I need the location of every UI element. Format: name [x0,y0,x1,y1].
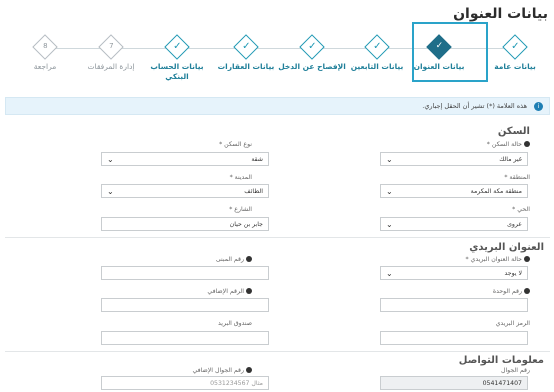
step-label: بيانات العنوان [413,62,465,71]
alt-mobile-input[interactable]: مثال 0531234567 [101,376,269,390]
mobile-input: 0541471407 [380,376,528,390]
unit-no-input[interactable] [380,298,528,312]
info-dot-icon [524,256,530,262]
chevron-down-icon: ⌄ [386,220,393,229]
notice-text: هذه العلامة (*) تشير أن الحقل إجباري. [422,102,527,110]
region-select[interactable]: منطقة مكة المكرمة ⌄ [380,184,528,198]
section-title-housing: السكن [497,126,530,137]
district-label: الحي * [512,206,530,213]
building-no-input[interactable] [101,266,269,280]
info-dot-icon [524,141,530,147]
postal-status-label: حالة العنوان البريدي * [465,256,530,263]
unit-no-label: رقم الوحدة [493,288,530,295]
city-label: المدينة * [229,174,252,181]
info-dot-icon [524,288,530,294]
info-icon: i [534,102,543,111]
step-label: إدارة المرفقات [87,62,135,71]
region-label: المنطقة * [504,174,530,181]
step-label: بيانات الحساب البنكي [150,62,204,81]
additional-no-input[interactable] [101,298,269,312]
section-title-contact: معلومات التواصل [458,355,544,366]
page-title: بيانات العنوان [453,6,548,22]
step-label: الإفصاح عن الدخل [278,62,346,71]
chevron-down-icon: ⌄ [386,155,393,164]
step-label: بيانات عامة [494,62,536,71]
required-notice: i هذه العلامة (*) تشير أن الحقل إجباري. [5,97,550,115]
building-no-label: رقم المبنى [216,256,252,263]
info-dot-icon [246,288,252,294]
city-select[interactable]: الطائف ⌄ [101,184,269,198]
step-label: بيانات التابعين [350,62,404,71]
po-box-input[interactable] [101,331,269,345]
step-label: مراجعة [33,62,57,71]
section-title-postal: العنوان البريدي [469,242,544,253]
chevron-down-icon: ⌄ [386,187,393,196]
chevron-down-icon: ⌄ [107,187,114,196]
housing-status-label: حالة السكن * [487,141,530,148]
street-input[interactable]: جابر بن حيان [101,217,269,231]
street-label: الشارع * [229,206,252,213]
po-box-label: صندوق البريد [218,320,252,327]
chevron-down-icon: ⌄ [386,269,393,278]
mobile-label: رقم الجوال [500,367,530,374]
postal-code-label: الرمز البريدي [495,320,530,327]
section-divider [5,237,550,238]
postal-status-select[interactable]: لا يوجد ⌄ [380,266,528,280]
housing-type-select[interactable]: شقة ⌄ [101,152,269,166]
housing-type-label: نوع السكن * [219,141,252,148]
step-label: بيانات العقارات [217,62,275,71]
additional-no-label: الرقم الإضافي [207,288,252,295]
housing-status-select[interactable]: غير مالك ⌄ [380,152,528,166]
info-dot-icon [246,367,252,373]
district-select[interactable]: عروى ⌄ [380,217,528,231]
chevron-down-icon: ⌄ [107,155,114,164]
active-step-frame [412,22,488,82]
section-divider [5,351,550,352]
alt-mobile-label: رقم الجوال الإضافي [192,367,252,374]
info-dot-icon [246,256,252,262]
postal-code-input[interactable] [380,331,528,345]
